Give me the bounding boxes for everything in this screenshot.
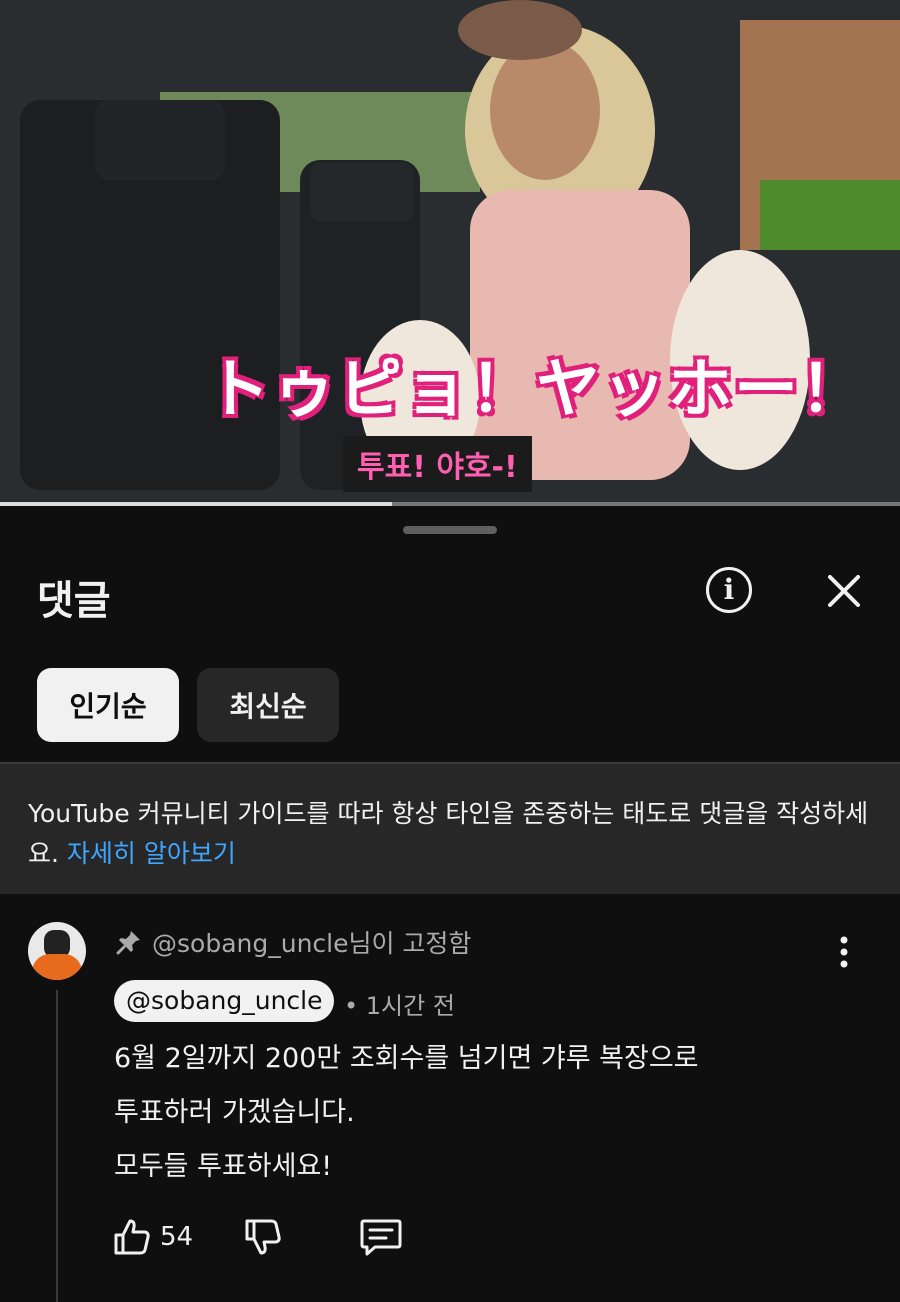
video-caption-korean: 투표! 야호-! (343, 436, 532, 492)
comment-actions: 54 (112, 1212, 403, 1262)
comment-text: 6월 2일까지 200만 조회수를 넘기면 갸루 복장으로 투표하러 가겠습니다… (114, 1032, 834, 1194)
learn-more-link[interactable]: 자세히 알아보기 (67, 839, 236, 868)
thumbs-up-icon (114, 1219, 150, 1255)
pinned-by-text: @sobang_uncle님이 고정함 (152, 929, 472, 958)
thumbs-down-icon (245, 1219, 281, 1255)
video-progress-fill (0, 502, 392, 506)
thread-line (56, 990, 58, 1302)
drag-handle[interactable] (403, 526, 497, 534)
comments-sheet: 댓글 i 인기순 최신순 YouTube 커뮤니티 가이드를 따라 항상 타인을… (0, 512, 900, 1302)
reply-button[interactable] (359, 1217, 403, 1257)
video-progress-bar[interactable] (0, 502, 900, 506)
info-icon[interactable]: i (706, 567, 752, 613)
video-caption-japanese: トゥピョ！ヤッホー！ (206, 353, 866, 427)
comments-title: 댓글 (37, 578, 111, 624)
comment-author[interactable]: @sobang_uncle (114, 980, 335, 1022)
sort-chip-popular[interactable]: 인기순 (37, 668, 179, 742)
avatar-shirt (32, 954, 82, 980)
like-button[interactable]: 54 (112, 1217, 243, 1257)
pin-icon (116, 931, 140, 955)
comment-line: 투표하러 가겠습니다. (114, 1097, 355, 1128)
sort-chip-newest[interactable]: 최신순 (197, 668, 339, 742)
close-icon[interactable] (822, 569, 866, 613)
comment-line: 6월 2일까지 200만 조회수를 넘기면 갸루 복장으로 (114, 1043, 699, 1074)
comment-reply-icon (360, 1219, 402, 1256)
video-frame (0, 0, 900, 506)
pinned-label: @sobang_uncle님이 고정함 (116, 924, 471, 960)
more-vert-icon[interactable] (832, 932, 856, 972)
community-guideline-notice: YouTube 커뮤니티 가이드를 따라 항상 타인을 존중하는 태도로 댓글을… (0, 762, 900, 894)
avatar[interactable] (28, 922, 86, 980)
like-count: 54 (160, 1222, 194, 1252)
dislike-button[interactable] (243, 1217, 283, 1257)
comment-line: 모두들 투표하세요! (114, 1151, 333, 1182)
comment-time: • 1시간 전 (344, 992, 455, 1020)
video-player[interactable]: トゥピョ！ヤッホー！ 투표! 야호-! (0, 0, 900, 506)
